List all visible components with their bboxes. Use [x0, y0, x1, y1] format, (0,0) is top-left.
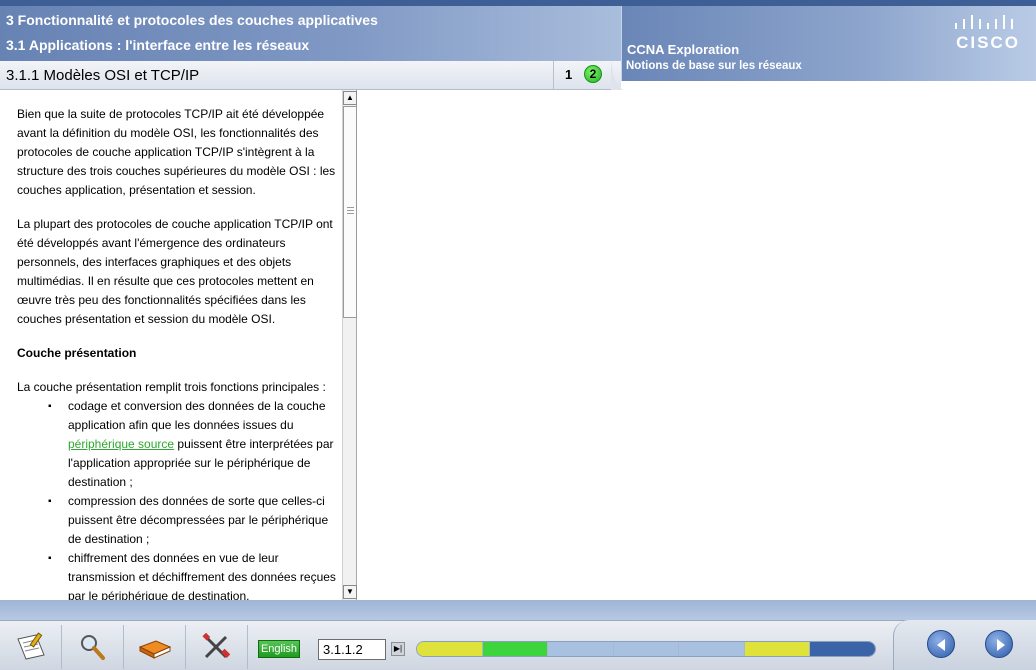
progress-segment[interactable] — [548, 642, 614, 656]
progress-segment[interactable] — [417, 642, 483, 656]
page-2-button[interactable]: 2 — [584, 65, 602, 83]
language-button[interactable]: English — [258, 640, 300, 658]
section-title: 3.1 Applications : l'interface entre les… — [6, 37, 310, 53]
cisco-wordmark: CISCO — [956, 33, 1020, 52]
page-switcher: 1 2 — [553, 61, 611, 89]
list-item: chiffrement des données en vue de leur t… — [17, 549, 339, 600]
section-heading: Couche présentation — [17, 346, 137, 360]
glossary-book-icon — [138, 640, 172, 659]
progress-segment[interactable] — [679, 642, 745, 656]
list-item: codage et conversion des données de la c… — [17, 397, 339, 492]
page-number-input[interactable] — [318, 639, 386, 660]
paragraph-2: La plupart des protocoles de couche appl… — [17, 217, 333, 326]
progress-segment[interactable] — [613, 642, 680, 656]
course-progress-bar[interactable] — [416, 641, 876, 657]
scroll-thumb[interactable] — [343, 106, 357, 318]
tools-button[interactable] — [186, 625, 248, 669]
tools-icon — [202, 632, 231, 659]
text-scrollbar[interactable]: ▲ ▼ — [342, 90, 357, 600]
title-tab-curve — [611, 61, 623, 90]
list-item: compression des données de sorte que cel… — [17, 492, 339, 549]
list-intro: La couche présentation remplit trois fon… — [17, 380, 326, 394]
search-button[interactable] — [62, 625, 124, 669]
search-icon — [81, 635, 105, 660]
course-name: CCNA Exploration — [627, 42, 740, 57]
notes-button[interactable] — [0, 625, 62, 669]
progress-segment[interactable] — [482, 642, 549, 656]
source-device-link[interactable]: périphérique source — [68, 437, 174, 451]
function-list: codage et conversion des données de la c… — [17, 397, 339, 600]
footer-band — [0, 600, 1036, 620]
page-title-bar: 3.1.1 Modèles OSI et TCP/IP 1 2 — [0, 61, 621, 90]
course-header: CCNA Exploration Notions de base sur les… — [621, 6, 1036, 81]
chapter-title: 3 Fonctionnalité et protocoles des couch… — [6, 12, 378, 28]
cisco-bridge-icon — [955, 15, 1013, 29]
progress-segment[interactable] — [744, 642, 811, 656]
scroll-grip-icon — [347, 207, 354, 215]
page-1-button[interactable]: 1 — [565, 67, 572, 82]
previous-page-button[interactable] — [927, 630, 955, 658]
chapter-header: 3 Fonctionnalité et protocoles des couch… — [0, 6, 621, 61]
media-pane — [357, 90, 1036, 600]
progress-segment[interactable] — [810, 642, 875, 656]
scroll-up-arrow-icon[interactable]: ▲ — [343, 91, 357, 105]
scroll-down-arrow-icon[interactable]: ▼ — [343, 585, 357, 599]
next-page-button[interactable] — [985, 630, 1013, 658]
course-subtitle: Notions de base sur les réseaux — [626, 60, 802, 72]
paragraph-1: Bien que la suite de protocoles TCP/IP a… — [17, 107, 336, 197]
glossary-button[interactable] — [124, 625, 186, 669]
page-title: 3.1.1 Modèles OSI et TCP/IP — [6, 67, 200, 84]
go-to-page-icon[interactable]: ▶| — [391, 642, 405, 656]
notes-icon — [17, 632, 45, 660]
text-pane: Bien que la suite de protocoles TCP/IP a… — [0, 90, 342, 600]
text-content: Bien que la suite de protocoles TCP/IP a… — [17, 105, 339, 600]
back-arrow-icon — [937, 639, 945, 651]
navigation-area — [893, 620, 1036, 670]
forward-arrow-icon — [997, 639, 1005, 651]
cisco-logo: CISCO — [946, 12, 1026, 56]
